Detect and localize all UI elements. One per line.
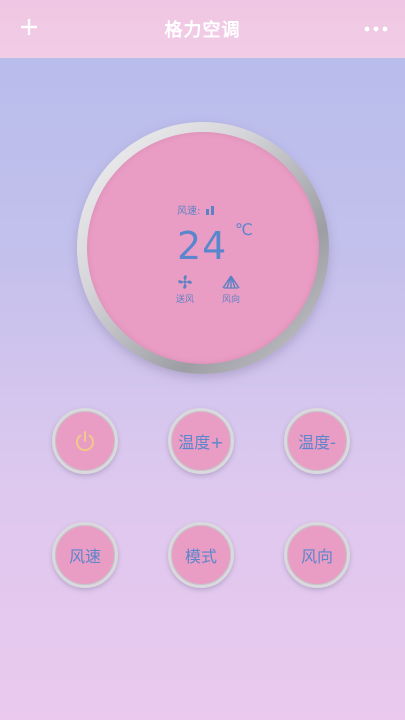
add-button[interactable] (14, 12, 44, 42)
power-button[interactable] (52, 408, 118, 474)
temp-up-button[interactable]: 温度+ (168, 408, 234, 474)
wind-level-icon (206, 205, 215, 215)
mode-status-label: 送风 (175, 295, 194, 305)
direction-button[interactable]: 风向 (284, 522, 350, 588)
mode-button[interactable]: 模式 (168, 522, 234, 588)
direction-status: 风向 (217, 274, 245, 305)
dial-face: 风速: 24 ℃ 送风 风向 (87, 132, 319, 364)
power-icon (76, 431, 94, 452)
mode-status: 送风 (171, 274, 199, 305)
fan-icon (178, 275, 192, 289)
direction-status-label: 风向 (221, 295, 240, 305)
temp-down-button[interactable]: 温度- (284, 408, 350, 474)
temperature-dial: 风速: 24 ℃ 送风 风向 (77, 122, 329, 374)
fan-speed-button[interactable]: 风速 (52, 522, 118, 588)
more-button[interactable] (361, 14, 391, 44)
temperature-unit: ℃ (235, 220, 253, 239)
temperature-value: 24 (177, 224, 228, 268)
app-header: 格力空调 (0, 0, 405, 58)
wind-speed-indicator: 风速: (177, 202, 218, 217)
page-title: 格力空调 (164, 20, 241, 41)
more-dots-icon (364, 26, 388, 32)
plus-icon (21, 19, 37, 35)
swing-direction-icon (222, 275, 240, 289)
wind-speed-label: 风速: (177, 206, 201, 217)
